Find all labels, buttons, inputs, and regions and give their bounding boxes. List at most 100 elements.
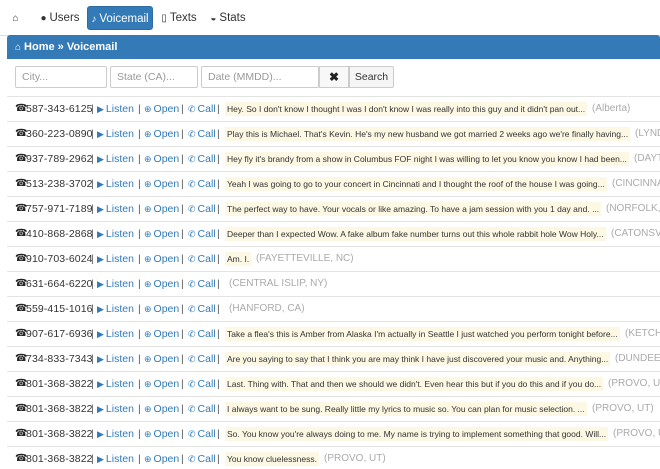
separator: |	[217, 453, 220, 465]
listen-link[interactable]: ▶ Listen	[97, 422, 134, 446]
open-link[interactable]: ⊕ Open	[144, 397, 179, 421]
open-label: Open	[153, 253, 180, 265]
open-link[interactable]: ⊕ Open	[144, 222, 179, 246]
separator: |	[217, 128, 220, 140]
open-link[interactable]: ⊕ Open	[144, 372, 179, 396]
listen-link[interactable]: ▶ Listen	[97, 322, 134, 346]
play-circle-icon: ▶	[97, 254, 104, 264]
open-link[interactable]: ⊕ Open	[144, 272, 179, 296]
table-row: ☎ 801-368-3822 | ▶ Listen | ⊕ Open | ✆ Call | So. Yo…	[7, 421, 660, 446]
call-link[interactable]: ✆ Call	[188, 97, 216, 121]
call-link[interactable]: ✆ Call	[188, 297, 216, 321]
listen-link[interactable]: ▶ Listen	[97, 122, 134, 146]
listen-link[interactable]: ▶ Listen	[97, 247, 134, 271]
separator: |	[138, 328, 141, 340]
table-row: ☎ 513-238-3702 | ▶ Listen | ⊕ Open | ✆ Call | Yeah I…	[7, 171, 660, 196]
call-link[interactable]: ✆ Call	[188, 147, 216, 171]
call-link[interactable]: ✆ Call	[188, 222, 216, 246]
separator: |	[91, 153, 94, 165]
separator: |	[181, 153, 184, 165]
open-link[interactable]: ⊕ Open	[144, 347, 179, 371]
table-row: ☎ 631-664-6220 | ▶ Listen | ⊕ Open | ✆ Call | (CENTR…	[7, 271, 660, 296]
nav-voicemail[interactable]: ♪ Voicemail	[87, 6, 153, 30]
open-link[interactable]: ⊕ Open	[144, 247, 179, 271]
open-link[interactable]: ⊕ Open	[144, 172, 179, 196]
play-circle-icon: ▶	[97, 329, 104, 339]
transcript-text: Hey fly it's brandy from a show in Colum…	[225, 152, 629, 166]
listen-link[interactable]: ▶ Listen	[97, 397, 134, 421]
state-input[interactable]	[110, 66, 198, 88]
listen-label: Listen	[105, 403, 134, 415]
listen-link[interactable]: ▶ Listen	[97, 222, 134, 246]
call-link[interactable]: ✆ Call	[188, 372, 216, 396]
phone-number: 801-368-3822	[26, 453, 93, 465]
nav-stats[interactable]: ◒ Stats	[205, 6, 251, 30]
listen-link[interactable]: ▶ Listen	[97, 297, 134, 321]
separator: |	[217, 253, 220, 265]
listen-link[interactable]: ▶ Listen	[97, 372, 134, 396]
listen-link[interactable]: ▶ Listen	[97, 197, 134, 221]
call-link[interactable]: ✆ Call	[188, 197, 216, 221]
play-circle-icon: ▶	[97, 129, 104, 139]
call-link[interactable]: ✆ Call	[188, 122, 216, 146]
separator: |	[181, 403, 184, 415]
table-row: ☎ 587-343-6125 | ▶ Listen | ⊕ Open | ✆ Call | Hey. S…	[7, 96, 660, 121]
separator: |	[138, 453, 141, 465]
open-link[interactable]: ⊕ Open	[144, 322, 179, 346]
phone-number: 801-368-3822	[26, 428, 93, 440]
separator: |	[138, 128, 141, 140]
call-link[interactable]: ✆ Call	[188, 397, 216, 421]
open-link[interactable]: ⊕ Open	[144, 122, 179, 146]
separator: |	[91, 303, 94, 315]
clear-button[interactable]: ✖	[319, 66, 349, 88]
location-text: (PROVO, UT)	[592, 403, 654, 414]
breadcrumb-home[interactable]: Home	[24, 41, 55, 53]
call-link[interactable]: ✆ Call	[188, 247, 216, 271]
open-link[interactable]: ⊕ Open	[144, 197, 179, 221]
call-link[interactable]: ✆ Call	[188, 172, 216, 196]
listen-link[interactable]: ▶ Listen	[97, 347, 134, 371]
open-link[interactable]: ⊕ Open	[144, 297, 179, 321]
call-label: Call	[197, 428, 216, 440]
open-label: Open	[153, 453, 180, 465]
listen-link[interactable]: ▶ Listen	[97, 97, 134, 121]
call-link[interactable]: ✆ Call	[188, 272, 216, 296]
separator: |	[217, 278, 220, 290]
city-input[interactable]	[15, 66, 107, 88]
separator: |	[217, 103, 220, 115]
phone-icon: ✆	[188, 404, 196, 414]
phone-icon: ✆	[188, 104, 196, 114]
open-link[interactable]: ⊕ Open	[144, 422, 179, 446]
phone-icon: ✆	[188, 354, 196, 364]
transcript-text: Last. Thing with. That and then we shoul…	[225, 377, 604, 391]
open-link[interactable]: ⊕ Open	[144, 147, 179, 171]
phone-icon: ✆	[188, 379, 196, 389]
play-circle-icon: ▶	[97, 304, 104, 314]
open-link[interactable]: ⊕ Open	[144, 97, 179, 121]
transcript-text: So. You know you're always doing to me. …	[225, 427, 609, 441]
call-link[interactable]: ✆ Call	[188, 322, 216, 346]
call-link[interactable]: ✆ Call	[188, 447, 216, 469]
call-link[interactable]: ✆ Call	[188, 347, 216, 371]
listen-link[interactable]: ▶ Listen	[97, 172, 134, 196]
nav-home[interactable]: ⌂	[4, 6, 30, 30]
call-link[interactable]: ✆ Call	[188, 422, 216, 446]
nav-users[interactable]: ● Users	[38, 6, 82, 30]
open-link[interactable]: ⊕ Open	[144, 447, 179, 469]
listen-link[interactable]: ▶ Listen	[97, 447, 134, 469]
phone-icon: ✆	[188, 429, 196, 439]
location-text: (CINCINNATI, OH)	[612, 178, 660, 189]
table-row: ☎ 907-617-6936 | ▶ Listen | ⊕ Open | ✆ Call | Take a…	[7, 321, 660, 346]
call-label: Call	[197, 378, 216, 390]
nav-texts[interactable]: ▯ Texts	[157, 6, 201, 30]
call-label: Call	[197, 178, 216, 190]
listen-link[interactable]: ▶ Listen	[97, 147, 134, 171]
play-circle-icon: ▶	[97, 154, 104, 164]
listen-link[interactable]: ▶ Listen	[97, 272, 134, 296]
table-row: ☎ 801-368-3822 | ▶ Listen | ⊕ Open | ✆ Call | You kn…	[7, 446, 660, 469]
search-button[interactable]: Search	[349, 66, 394, 88]
call-label: Call	[197, 203, 216, 215]
play-circle-icon: ▶	[97, 404, 104, 414]
location-text: (PROVO, UT)	[324, 453, 386, 464]
date-input[interactable]	[201, 66, 319, 88]
